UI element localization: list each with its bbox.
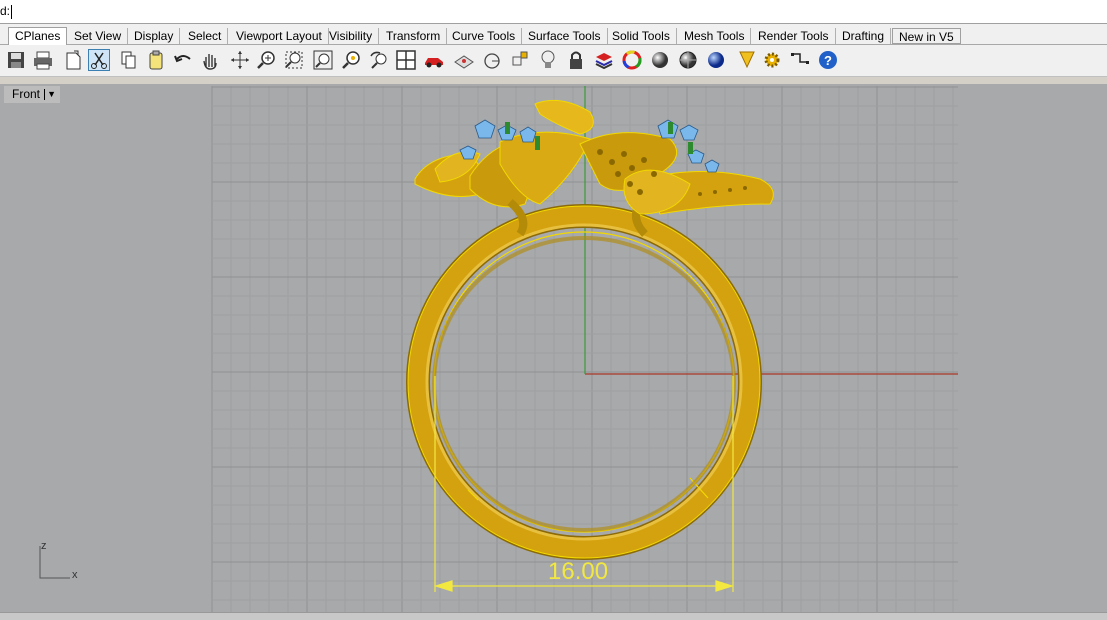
viewport-title[interactable]: Front ▼ <box>4 86 61 103</box>
print-icon[interactable] <box>32 49 54 71</box>
viewport-canvas <box>211 86 958 614</box>
text-caret <box>11 5 12 19</box>
tab-new-in-v5[interactable]: New in V5 <box>892 28 961 44</box>
viewport-name: Front <box>12 87 41 101</box>
tab-set-view[interactable]: Set View <box>68 28 129 44</box>
settings-gear-icon[interactable] <box>761 49 783 71</box>
tab-mesh-tools[interactable]: Mesh Tools <box>678 28 752 44</box>
undo-icon[interactable] <box>172 49 194 71</box>
analyze-icon[interactable] <box>736 49 758 71</box>
tab-viewport-layout[interactable]: Viewport Layout <box>230 28 329 44</box>
layer-icon[interactable] <box>593 49 615 71</box>
zoom-selected-icon[interactable] <box>341 49 363 71</box>
save-icon[interactable] <box>5 49 27 71</box>
svg-text:?: ? <box>824 53 832 68</box>
tab-render-tools[interactable]: Render Tools <box>752 28 836 44</box>
command-line[interactable]: d: <box>0 0 1107 24</box>
zoom-icon[interactable] <box>256 49 278 71</box>
dimension-value: 16.00 <box>548 558 609 585</box>
four-viewports-icon[interactable] <box>395 49 417 71</box>
copy-icon[interactable] <box>118 49 140 71</box>
tab-visibility[interactable]: Visibility <box>323 28 380 44</box>
light-icon[interactable] <box>537 49 559 71</box>
toolbar-tabs: CPlanes Set View Display Select Viewport… <box>0 24 1107 45</box>
x-axis-label: x <box>72 569 78 581</box>
paste-icon[interactable] <box>145 49 167 71</box>
plane-icon[interactable] <box>453 49 475 71</box>
zoom-extents-icon[interactable] <box>312 49 334 71</box>
command-prompt: d: <box>0 4 11 18</box>
front-viewport[interactable]: Front ▼ 16.00 z x <box>0 84 1107 619</box>
car-icon[interactable] <box>423 49 445 71</box>
zoom-window-icon[interactable] <box>283 49 305 71</box>
undo-view-icon[interactable] <box>368 49 390 71</box>
pan-icon[interactable] <box>199 49 221 71</box>
import-icon[interactable] <box>62 49 84 71</box>
circle-icon[interactable] <box>481 49 503 71</box>
chevron-down-icon[interactable]: ▼ <box>44 89 56 100</box>
rotate-view-icon[interactable] <box>229 49 251 71</box>
tab-drafting[interactable]: Drafting <box>836 28 892 44</box>
lock-icon[interactable] <box>565 49 587 71</box>
tab-curve-tools[interactable]: Curve Tools <box>446 28 523 44</box>
grid-snap-icon[interactable] <box>789 49 811 71</box>
tab-display[interactable]: Display <box>128 28 181 44</box>
tab-solid-tools[interactable]: Solid Tools <box>606 28 677 44</box>
blue-sphere-icon[interactable] <box>705 49 727 71</box>
ring-model <box>406 99 774 560</box>
tab-cplanes[interactable]: CPlanes <box>8 27 68 45</box>
render-sphere-icon[interactable] <box>649 49 671 71</box>
tab-select[interactable]: Select <box>182 28 229 44</box>
main-toolbar: ? <box>0 45 1107 77</box>
tab-transform[interactable]: Transform <box>380 28 448 44</box>
z-axis-label: z <box>41 540 47 552</box>
help-icon[interactable]: ? <box>817 49 839 71</box>
cut-icon[interactable] <box>88 49 110 71</box>
color-wheel-icon[interactable] <box>621 49 643 71</box>
shaded-sphere-icon[interactable] <box>677 49 699 71</box>
tab-surface-tools[interactable]: Surface Tools <box>522 28 608 44</box>
point-icon[interactable] <box>509 49 531 71</box>
